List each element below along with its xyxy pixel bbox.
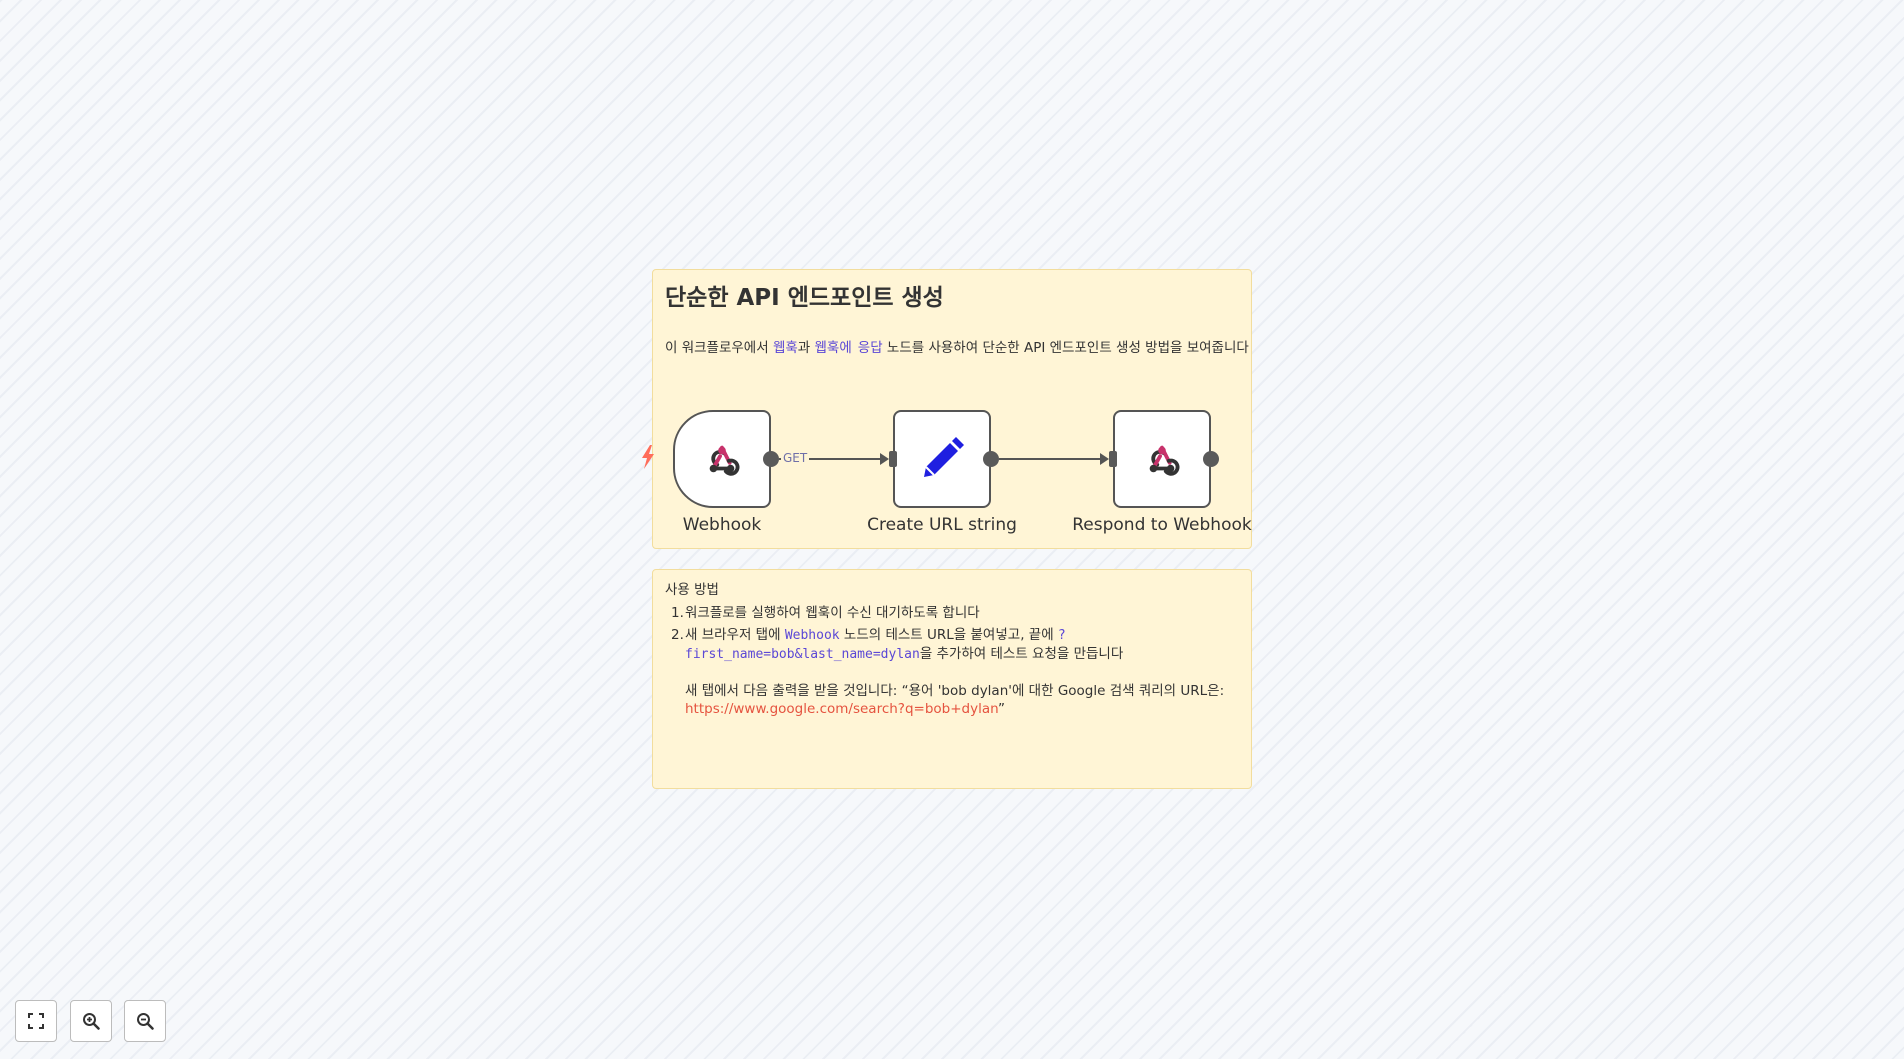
node-create-url-string[interactable] <box>893 410 991 508</box>
step-text: 노드의 테스트 URL을 붙여넣고, 끝에 <box>839 627 1058 643</box>
node-webhook[interactable] <box>673 410 771 508</box>
usage-steps: 1. 워크플로를 실행하여 웹훅이 수신 대기하도록 합니다 2. 새 브라우저… <box>665 604 1235 722</box>
link-text: 웹훅에 <box>814 340 852 356</box>
zoom-out-button[interactable] <box>124 1000 166 1042</box>
step-text: 새 브라우저 탭에 <box>685 627 785 643</box>
code-webhook: Webhook <box>784 628 840 643</box>
output-port-create-url-string[interactable] <box>983 451 999 467</box>
result-text: ” <box>997 701 1005 717</box>
expected-result: 새 탭에서 다음 출력을 받을 것입니다: “용어 'bob dylan'에 대… <box>685 682 1235 718</box>
usage-step-2: 2. 새 브라우저 탭에 Webhook 노드의 테스트 URL을 붙여넣고, … <box>665 626 1235 718</box>
node-label-webhook: Webhook <box>682 515 762 535</box>
node-respond-to-webhook[interactable] <box>1113 410 1211 508</box>
step-text: 워크플로를 실행하여 웹훅이 수신 대기하도록 합니다 <box>685 605 980 621</box>
usage-heading: 사용 방법 <box>665 582 719 598</box>
zoom-in-icon <box>83 1013 100 1030</box>
step-number: 1. <box>671 605 684 621</box>
output-port-webhook[interactable] <box>763 451 779 467</box>
fullscreen-icon <box>28 1013 44 1029</box>
link-text: 응답 <box>857 340 883 356</box>
webhook-icon <box>709 445 740 476</box>
step-text: 을 추가하여 테스트 요청을 만듭니다 <box>919 646 1124 662</box>
link-respond-to-webhook[interactable]: 웹훅에 응답 <box>815 340 883 356</box>
zoom-in-button[interactable] <box>70 1000 112 1042</box>
desc-text: 이 워크플로우에서 <box>665 340 773 356</box>
connection-arrow <box>880 453 889 465</box>
usage-step-1: 1. 워크플로를 실행하여 웹훅이 수신 대기하도록 합니다 <box>665 604 1235 622</box>
connection-arrow <box>1100 453 1109 465</box>
output-port-respond-to-webhook[interactable] <box>1203 451 1219 467</box>
sticky-note-usage[interactable]: 사용 방법 1. 워크플로를 실행하여 웹훅이 수신 대기하도록 합니다 2. … <box>652 569 1252 789</box>
code-query-prefix: ? <box>1057 628 1066 643</box>
node-label-create-url-string: Create URL string <box>867 515 1017 535</box>
zoom-to-fit-button[interactable] <box>15 1000 57 1042</box>
desc-text: 노드를 사용하여 단순한 API 엔드포인트 생성 방법을 보여줍니다 <box>882 340 1249 356</box>
code-query-params: first_name=bob&last_name=dylan <box>685 647 920 662</box>
input-port-create-url-string[interactable] <box>889 451 897 467</box>
step-number: 2. <box>671 627 684 643</box>
desc-text: 과 <box>797 340 815 356</box>
workflow-canvas[interactable]: 단순한 API 엔드포인트 생성 이 워크플로우에서 웹훅과 웹훅에 응답 노드를… <box>0 0 1904 1059</box>
pencil-icon <box>924 437 964 477</box>
result-text: 새 탭에서 다음 출력을 받을 것입니다: “용어 'bob dylan'에 대… <box>685 683 1225 699</box>
trigger-lightning-icon <box>642 445 654 469</box>
webhook-icon <box>1149 445 1180 476</box>
input-port-respond-to-webhook[interactable] <box>1109 451 1117 467</box>
link-webhook[interactable]: 웹훅 <box>773 340 798 356</box>
result-url-link[interactable]: https://www.google.com/search?q=bob+dyla… <box>685 701 998 717</box>
note-title: 단순한 API 엔드포인트 생성 <box>665 285 944 311</box>
connection-line[interactable] <box>999 458 1103 460</box>
node-label-respond-to-webhook: Respond to Webhook <box>1072 515 1252 535</box>
edge-label-get: GET <box>781 451 810 465</box>
zoom-out-icon <box>137 1013 154 1030</box>
note-description: 이 워크플로우에서 웹훅과 웹훅에 응답 노드를 사용하여 단순한 API 엔드포… <box>665 336 1249 356</box>
